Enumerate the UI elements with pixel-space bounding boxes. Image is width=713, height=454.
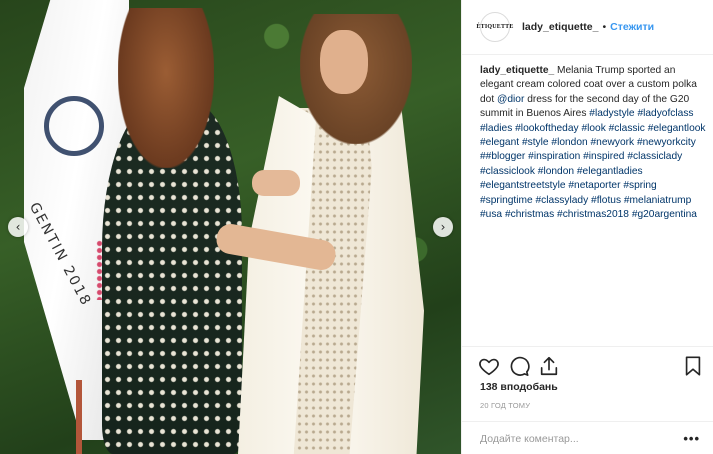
avatar[interactable]: ÉTIQUETTE — [476, 12, 513, 42]
woman-left-hair — [118, 8, 214, 168]
hashtag-link[interactable]: #christmas2018 — [557, 209, 629, 220]
hashtag-link[interactable]: #ladyofclass — [637, 108, 693, 119]
hashtag-link[interactable]: #springtime — [480, 195, 533, 206]
hashtag-link[interactable]: #classiclook — [480, 166, 535, 177]
bookmark-icon[interactable] — [682, 355, 704, 377]
comment-icon[interactable] — [508, 355, 530, 377]
hashtag-link[interactable]: #flotus — [591, 195, 621, 206]
post-side-panel: ÉTIQUETTE lady_etiquette_ • Стежити lady… — [461, 0, 713, 454]
hashtag-link[interactable]: #ladystyle — [589, 108, 634, 119]
post-caption: lady_etiquette_ Melania Trump sported an… — [480, 64, 706, 344]
post-header: ÉTIQUETTE lady_etiquette_ • Стежити — [462, 0, 713, 55]
hashtag-link[interactable]: #newyorkcity — [637, 137, 696, 148]
flag-pole — [76, 380, 82, 454]
likes-count[interactable]: 138 вподобань — [480, 381, 558, 393]
hashtag-link[interactable]: #classiclady — [627, 151, 682, 162]
hashtag-link[interactable]: #london — [538, 166, 574, 177]
hashtag-link[interactable]: #newyork — [591, 137, 635, 148]
hashtag-link[interactable]: #elegantstreetstyle — [480, 180, 566, 191]
hashtag-link[interactable]: #melaniatrump — [624, 195, 691, 206]
hashtag-link[interactable]: #netaporter — [568, 180, 620, 191]
hashtag-link[interactable]: #elegant — [480, 137, 519, 148]
chevron-left-icon[interactable]: ‹ — [8, 217, 28, 237]
hashtag-link[interactable]: #elegantladies — [577, 166, 643, 177]
header-username[interactable]: lady_etiquette_ — [522, 21, 598, 33]
caption-hashtags: #ladystyle #ladyofclass #ladies #lookoft… — [480, 108, 706, 220]
g20-logo — [44, 96, 104, 156]
hashtag-link[interactable]: #usa — [480, 209, 502, 220]
follow-button[interactable]: Стежити — [610, 21, 654, 33]
woman-right-hand — [252, 170, 300, 196]
hashtag-link[interactable]: #elegantlook — [648, 123, 706, 134]
hashtag-link[interactable]: #london — [551, 137, 587, 148]
hashtag-link[interactable]: #spring — [623, 180, 656, 191]
hashtag-link[interactable]: #christmas — [505, 209, 554, 220]
hashtag-link[interactable]: #g20argentina — [632, 209, 697, 220]
hashtag-link[interactable]: #lookoftheday — [515, 123, 578, 134]
hashtag-link[interactable]: #style — [522, 137, 549, 148]
caption-mention[interactable]: @dior — [497, 94, 524, 105]
woman-right-face — [320, 30, 368, 94]
share-icon[interactable] — [538, 355, 560, 377]
chevron-right-icon[interactable]: › — [433, 217, 453, 237]
heart-icon[interactable] — [478, 355, 500, 377]
hashtag-link[interactable]: #inspiration — [528, 151, 580, 162]
hashtag-link[interactable]: #inspired — [583, 151, 624, 162]
hashtag-link[interactable]: #ladies — [480, 123, 512, 134]
hashtag-link[interactable]: #classylady — [536, 195, 589, 206]
hashtag-link[interactable]: #classic — [609, 123, 645, 134]
comment-box: ••• — [462, 421, 713, 454]
header-separator: • — [602, 21, 607, 33]
post-photo[interactable]: GENTIN 2018 ‹ › — [0, 0, 461, 454]
hashtag-link[interactable]: #look — [581, 123, 605, 134]
comment-input[interactable] — [480, 432, 684, 445]
more-options-icon[interactable]: ••• — [683, 431, 700, 446]
post-timestamp[interactable]: 20 ГОД ТОМУ — [480, 401, 530, 410]
avatar-text: ÉTIQUETTE — [476, 24, 514, 30]
hashtag-link[interactable]: ##blogger — [480, 151, 525, 162]
instagram-post: GENTIN 2018 ‹ › ÉTIQUETTE lady_etiquette… — [0, 0, 713, 454]
post-actions: 138 вподобань 20 ГОД ТОМУ ••• — [462, 346, 713, 454]
caption-username[interactable]: lady_etiquette_ — [480, 65, 554, 76]
